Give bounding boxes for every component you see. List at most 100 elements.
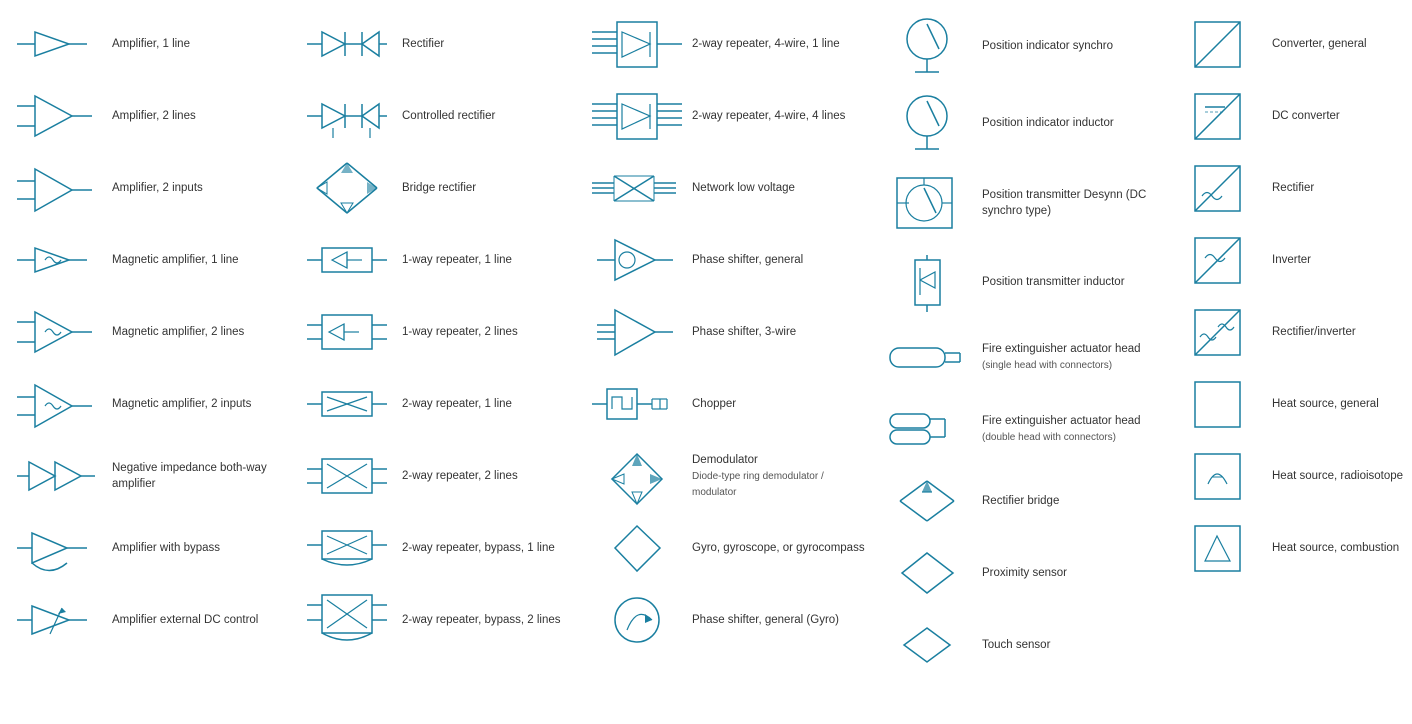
list-item: Bridge rectifier bbox=[294, 152, 584, 224]
convgen-symbol bbox=[1172, 17, 1262, 72]
list-item: 2-way repeater, bypass, 2 lines bbox=[294, 584, 584, 656]
list-item: Amplifier, 2 inputs bbox=[4, 152, 294, 224]
posindinc-label: Position indicator inductor bbox=[982, 115, 1156, 131]
rectbr-label: Rectifier bridge bbox=[982, 493, 1156, 509]
gyro-label: Gyro, gyroscope, or gyrocompass bbox=[692, 540, 866, 556]
rep1w1-label: 1-way repeater, 1 line bbox=[402, 252, 576, 268]
list-item: Proximity sensor bbox=[874, 537, 1164, 609]
list-item: 2-way repeater, 1 line bbox=[294, 368, 584, 440]
amp2-symbol bbox=[12, 91, 102, 141]
amp1-symbol bbox=[12, 24, 102, 64]
list-item: Gyro, gyroscope, or gyrocompass bbox=[584, 512, 874, 584]
column-5: Converter, general DC converter bbox=[1164, 8, 1412, 681]
proxsens-symbol bbox=[882, 548, 972, 598]
list-item: 2-way repeater, 4-wire, 4 lines bbox=[584, 80, 874, 152]
list-item: 1-way repeater, 2 lines bbox=[294, 296, 584, 368]
list-item: 1-way repeater, 1 line bbox=[294, 224, 584, 296]
rect2-symbol bbox=[1172, 161, 1262, 216]
rect1-label: Rectifier bbox=[402, 36, 576, 52]
list-item: Controlled rectifier bbox=[294, 80, 584, 152]
list-item: Fire extinguisher actuator head (single … bbox=[874, 321, 1164, 393]
inv-symbol bbox=[1172, 233, 1262, 288]
heatcomb-label: Heat source, combustion bbox=[1272, 540, 1412, 556]
list-item: Touch sensor bbox=[874, 609, 1164, 681]
rect1-symbol bbox=[302, 24, 392, 64]
dcconv-symbol bbox=[1172, 89, 1262, 144]
list-item: Position transmitter inductor bbox=[874, 244, 1164, 321]
heatsrc-symbol bbox=[1172, 377, 1262, 432]
rectinv-label: Rectifier/inverter bbox=[1272, 324, 1412, 340]
postrans-label: Position transmitter Desynn (DC synchro … bbox=[982, 187, 1156, 219]
rep2wb1-symbol bbox=[302, 523, 392, 573]
list-item: Negative impedance both-way amplifier bbox=[4, 440, 294, 512]
netlv-label: Network low voltage bbox=[692, 180, 866, 196]
list-item: Amplifier external DC control bbox=[4, 584, 294, 656]
postrans-symbol bbox=[882, 168, 972, 238]
heatrad-symbol bbox=[1172, 449, 1262, 504]
postransinc-symbol bbox=[882, 250, 972, 315]
ampdc-symbol bbox=[12, 598, 102, 643]
fireact1-symbol bbox=[882, 340, 972, 375]
crect-symbol bbox=[302, 91, 392, 141]
fireact2-label: Fire extinguisher actuator head (double … bbox=[982, 413, 1156, 445]
touchsens-label: Touch sensor bbox=[982, 637, 1156, 653]
amp3-symbol bbox=[12, 161, 102, 216]
phs3w-symbol bbox=[592, 305, 682, 360]
list-item: Amplifier, 2 lines bbox=[4, 80, 294, 152]
chopper-label: Chopper bbox=[692, 396, 866, 412]
list-item: Heat source, radioisotope bbox=[1164, 440, 1412, 512]
main-grid: Amplifier, 1 line Amplifier, 2 lines bbox=[0, 0, 1412, 689]
list-item: Position transmitter Desynn (DC synchro … bbox=[874, 162, 1164, 244]
fireact2-symbol bbox=[882, 409, 972, 449]
touchsens-symbol bbox=[882, 620, 972, 670]
gyro-symbol bbox=[592, 521, 682, 576]
column-4: Position indicator synchro Position indi… bbox=[874, 8, 1164, 681]
postransinc-label: Position transmitter inductor bbox=[982, 274, 1156, 290]
list-item: Position indicator inductor bbox=[874, 85, 1164, 162]
mag3-label: Magnetic amplifier, 2 inputs bbox=[112, 396, 286, 412]
demod-label: Demodulator Diode-type ring demodulator … bbox=[692, 452, 866, 500]
list-item: Phase shifter, 3-wire bbox=[584, 296, 874, 368]
list-item: DC converter bbox=[1164, 80, 1412, 152]
list-item: Magnetic amplifier, 2 inputs bbox=[4, 368, 294, 440]
proxsens-label: Proximity sensor bbox=[982, 565, 1156, 581]
list-item: Rectifier/inverter bbox=[1164, 296, 1412, 368]
rpt4w1-label: 2-way repeater, 4-wire, 1 line bbox=[692, 36, 866, 52]
ampdc-label: Amplifier external DC control bbox=[112, 612, 286, 628]
dcconv-label: DC converter bbox=[1272, 108, 1412, 124]
neg1-label: Negative impedance both-way amplifier bbox=[112, 460, 286, 492]
list-item: Position indicator synchro bbox=[874, 8, 1164, 85]
rep1w2-symbol bbox=[302, 307, 392, 357]
rep2w1-symbol bbox=[302, 384, 392, 424]
rpt4w1-symbol bbox=[592, 17, 682, 72]
rep2wb1-label: 2-way repeater, bypass, 1 line bbox=[402, 540, 576, 556]
list-item: Heat source, combustion bbox=[1164, 512, 1412, 584]
mag3-symbol bbox=[12, 377, 102, 432]
heatsrc-label: Heat source, general bbox=[1272, 396, 1412, 412]
rpt4w4-symbol bbox=[592, 89, 682, 144]
rep1w1-symbol bbox=[302, 240, 392, 280]
list-item: Rectifier bbox=[294, 8, 584, 80]
list-item: Converter, general bbox=[1164, 8, 1412, 80]
netlv-symbol bbox=[592, 166, 682, 211]
phsgyro-symbol bbox=[592, 590, 682, 650]
list-item: Inverter bbox=[1164, 224, 1412, 296]
column-1: Amplifier, 1 line Amplifier, 2 lines bbox=[4, 8, 294, 681]
bridge-symbol bbox=[302, 158, 392, 218]
list-item: Rectifier bbox=[1164, 152, 1412, 224]
rep2w2-symbol bbox=[302, 451, 392, 501]
phsg-symbol bbox=[592, 235, 682, 285]
rect2-label: Rectifier bbox=[1272, 180, 1412, 196]
column-3: 2-way repeater, 4-wire, 1 line bbox=[584, 8, 874, 681]
mag1-symbol bbox=[12, 240, 102, 280]
list-item: Amplifier with bypass bbox=[4, 512, 294, 584]
mag2-symbol bbox=[12, 307, 102, 357]
neg1-symbol bbox=[12, 454, 102, 499]
list-item: Fire extinguisher actuator head (double … bbox=[874, 393, 1164, 465]
rectbr-symbol bbox=[882, 479, 972, 524]
column-2: Rectifier Controlled rectifier bbox=[294, 8, 584, 681]
list-item: Magnetic amplifier, 2 lines bbox=[4, 296, 294, 368]
rep2w1-label: 2-way repeater, 1 line bbox=[402, 396, 576, 412]
ampbyp-symbol bbox=[12, 523, 102, 573]
convgen-label: Converter, general bbox=[1272, 36, 1412, 52]
